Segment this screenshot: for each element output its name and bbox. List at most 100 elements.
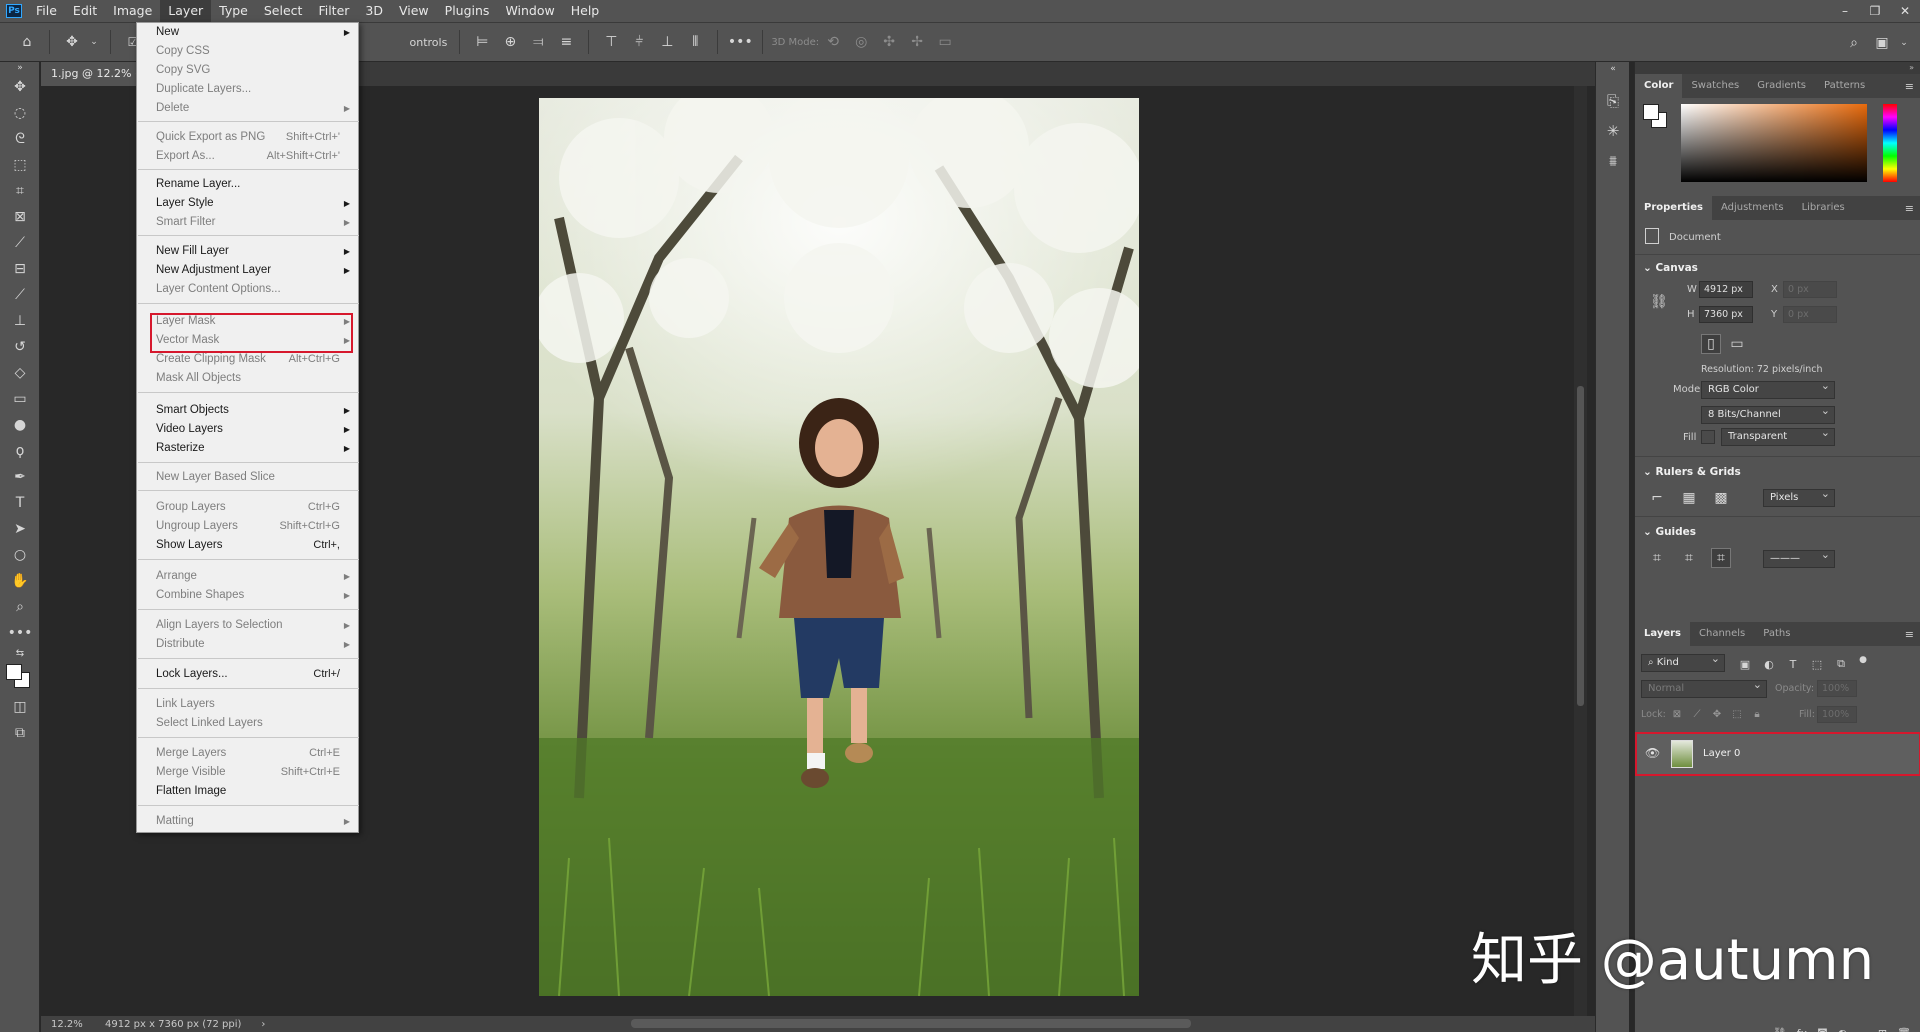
collapse-icon[interactable]: » (0, 62, 40, 74)
panel-menu-icon[interactable]: ≡ (1905, 202, 1914, 215)
menu-item-smart-filter[interactable]: Smart Filter ▶ (137, 213, 358, 232)
3d-roll-icon[interactable]: ◎ (850, 31, 872, 53)
pen-tool-icon[interactable]: ✒ (0, 464, 40, 490)
menu-item-ungroup-layers[interactable]: Ungroup Layers Shift+Ctrl+G (137, 517, 358, 536)
move-tool-icon[interactable]: ✥ (0, 74, 40, 100)
brush-settings-icon[interactable]: ✳ (1596, 116, 1630, 146)
status-menu-arrow-icon[interactable]: › (261, 1019, 265, 1030)
menu-item-new-fill-layer[interactable]: New Fill Layer ▶ (137, 242, 358, 261)
color-picker-field[interactable] (1681, 104, 1867, 182)
filter-toggle-icon[interactable]: ● (1853, 650, 1873, 670)
menu-item-smart-objects[interactable]: Smart Objects ▶ (137, 401, 358, 420)
lock-transparent-icon[interactable]: ⊠ (1667, 704, 1687, 724)
home-icon[interactable]: ⌂ (16, 31, 38, 53)
zoom-tool-icon[interactable]: ⌕ (0, 594, 40, 620)
chevron-down-icon[interactable]: ⌄ (89, 31, 99, 53)
menu-item-link-layers[interactable]: Link Layers (137, 695, 358, 714)
menu-select[interactable]: Select (256, 0, 311, 22)
landscape-orientation-icon[interactable]: ▭ (1727, 334, 1747, 354)
filter-shape-icon[interactable]: ⬚ (1807, 654, 1827, 674)
distribute-vertical-icon[interactable]: ⦀ (684, 31, 706, 53)
tab-libraries[interactable]: Libraries (1793, 196, 1854, 220)
menu-item-delete[interactable]: Delete ▶ (137, 99, 358, 118)
tab-layers[interactable]: Layers (1635, 622, 1690, 646)
align-center-icon[interactable]: ⊕ (499, 31, 521, 53)
menu-filter[interactable]: Filter (310, 0, 357, 22)
rulers-icon[interactable]: ⌐ (1647, 488, 1667, 508)
foreground-background-colors[interactable] (0, 660, 40, 694)
tab-paths[interactable]: Paths (1754, 622, 1799, 646)
menu-item-align-layers-to-selection[interactable]: Align Layers to Selection ▶ (137, 616, 358, 635)
frame-tool-icon[interactable]: ⊠ (0, 204, 40, 230)
menu-item-quick-export[interactable]: Quick Export as PNG Shift+Ctrl+' (137, 128, 358, 147)
guides-icon[interactable]: ⌗ (1647, 548, 1667, 568)
fill-color-swatch[interactable] (1701, 430, 1715, 444)
path-selection-tool-icon[interactable]: ➤ (0, 516, 40, 542)
menu-item-copy-css[interactable]: Copy CSS (137, 42, 358, 61)
hand-tool-icon[interactable]: ✋ (0, 568, 40, 594)
panels-collapse-bar[interactable]: » (1635, 62, 1920, 74)
menu-item-flatten-image[interactable]: Flatten Image (137, 782, 358, 801)
tab-channels[interactable]: Channels (1690, 622, 1754, 646)
portrait-orientation-icon[interactable]: ▯ (1701, 334, 1721, 354)
blend-mode-select[interactable]: Normal (1641, 677, 1767, 698)
new-layer-icon[interactable]: ⊞ (1878, 1027, 1887, 1032)
menu-file[interactable]: File (28, 0, 65, 22)
menu-window[interactable]: Window (497, 0, 562, 22)
menu-item-arrange[interactable]: Arrange ▶ (137, 567, 358, 586)
lock-all-icon[interactable]: 🔒︎ (1747, 704, 1767, 724)
menu-layer[interactable]: Layer (160, 0, 212, 22)
distribute-icon[interactable]: ≡ (555, 31, 577, 53)
y-field[interactable]: 0 px (1783, 306, 1837, 323)
3d-slide-icon[interactable]: ✢ (906, 31, 928, 53)
menu-item-video-layers[interactable]: Video Layers ▶ (137, 420, 358, 439)
fill-opacity-field[interactable]: 100% (1817, 706, 1857, 723)
menu-item-copy-svg[interactable]: Copy SVG (137, 61, 358, 80)
tab-swatches[interactable]: Swatches (1682, 74, 1748, 98)
menu-item-export-as[interactable]: Export As... Alt+Shift+Ctrl+' (137, 147, 358, 166)
bit-depth-select[interactable]: 8 Bits/Channel (1701, 403, 1835, 424)
link-layers-icon[interactable]: ⛓ (1773, 1027, 1787, 1032)
swap-colors-icon[interactable]: ⇆ (0, 646, 40, 660)
menu-item-create-clipping-mask[interactable]: Create Clipping Mask Alt+Ctrl+G (137, 350, 358, 369)
vertical-scrollbar[interactable] (1574, 86, 1587, 1016)
edit-toolbar-icon[interactable]: ••• (0, 620, 40, 646)
tab-adjustments[interactable]: Adjustments (1712, 196, 1793, 220)
align-middle-icon[interactable]: ⫩ (628, 31, 650, 53)
menu-item-show-layers[interactable]: Show Layers Ctrl+, (137, 536, 358, 555)
x-field[interactable]: 0 px (1783, 281, 1837, 298)
screen-mode-icon[interactable]: ⧉ (0, 720, 40, 746)
brush-tool-icon[interactable]: ⟋ (0, 282, 40, 308)
guides-heading[interactable]: ⌄ Guides (1635, 520, 1704, 544)
fill-select[interactable]: Transparent (1721, 425, 1835, 446)
menu-item-distribute[interactable]: Distribute ▶ (137, 635, 358, 654)
menu-item-duplicate-layers[interactable]: Duplicate Layers... (137, 80, 358, 99)
brushes-panel-icon[interactable]: ⩩ (1596, 146, 1630, 176)
menu-item-merge-layers[interactable]: Merge Layers Ctrl+E (137, 744, 358, 763)
new-guide-icon[interactable]: ⌗ (1679, 548, 1699, 568)
history-brush-tool-icon[interactable]: ↺ (0, 334, 40, 360)
menu-item-matting[interactable]: Matting ▶ (137, 812, 358, 831)
menu-item-layer-style[interactable]: Layer Style ▶ (137, 194, 358, 213)
blur-tool-icon[interactable]: ● (0, 412, 40, 438)
menu-item-rasterize[interactable]: Rasterize ▶ (137, 439, 358, 458)
opacity-field[interactable]: 100% (1817, 680, 1857, 697)
zoom-level[interactable]: 12.2% (51, 1019, 101, 1030)
menu-view[interactable]: View (391, 0, 437, 22)
document-tab[interactable]: 1.jpg @ 12.2% (L (41, 62, 139, 86)
add-mask-icon[interactable]: ◙ (1817, 1027, 1828, 1032)
lasso-tool-icon[interactable]: ᘓ (0, 126, 40, 152)
menu-item-mask-all-objects[interactable]: Mask All Objects (137, 369, 358, 388)
color-fg-swatch[interactable] (1643, 104, 1659, 120)
3d-camera-icon[interactable]: ▭ (934, 31, 956, 53)
menu-item-new[interactable]: New ▶ (137, 23, 358, 42)
workspace-icon[interactable]: ▣ (1871, 32, 1893, 54)
restore-button[interactable]: ❐ (1860, 0, 1890, 22)
menu-plugins[interactable]: Plugins (437, 0, 498, 22)
mode-select[interactable]: RGB Color (1701, 378, 1835, 399)
guide-style-select[interactable]: ——— (1763, 547, 1835, 568)
type-tool-icon[interactable]: T (0, 490, 40, 516)
foreground-color-swatch[interactable] (6, 664, 22, 680)
hue-slider[interactable] (1883, 104, 1897, 182)
gradient-tool-icon[interactable]: ▭ (0, 386, 40, 412)
